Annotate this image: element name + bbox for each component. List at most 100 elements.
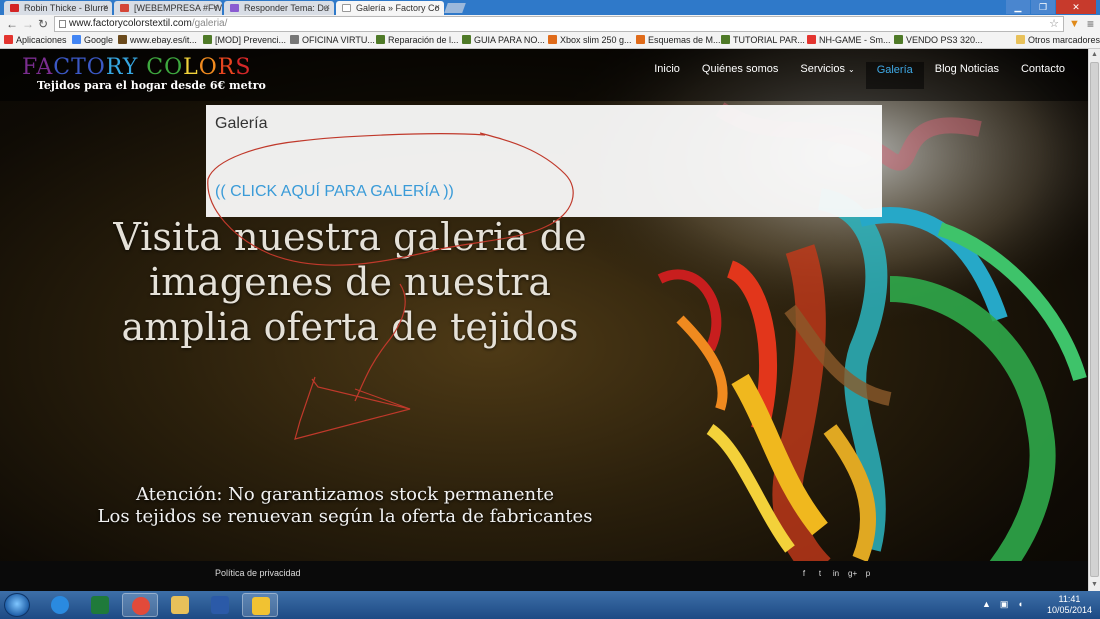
bookmark-item[interactable]: Esquemas de M... xyxy=(636,35,721,45)
forward-icon[interactable]: → xyxy=(22,17,34,31)
bookmark-label: NH-GAME - Sm... xyxy=(819,35,891,45)
tab-gmail[interactable]: [WEBEMPRESA #FW × xyxy=(114,1,222,15)
taskbar: ▲ ▣ ◖ 11:41 10/05/2014 xyxy=(0,591,1100,619)
bookmark-icon xyxy=(118,35,127,44)
bookmark-item[interactable]: [MOD] Prevenci... xyxy=(203,35,286,45)
logo-letter: O xyxy=(86,55,106,80)
maximize-icon[interactable]: ❐ xyxy=(1031,0,1055,14)
menu-item-contacto[interactable]: Contacto xyxy=(1010,62,1076,89)
explorer-taskbar-button[interactable] xyxy=(162,593,198,617)
site-logo[interactable]: FACTORY COLORS xyxy=(22,55,251,80)
tab-close-icon[interactable]: × xyxy=(435,2,440,12)
logo-letter: O xyxy=(164,55,184,80)
page-scrollbar[interactable]: ▲ ▼ xyxy=(1088,49,1100,591)
tray-arrow-icon[interactable]: ▲ xyxy=(982,599,991,610)
system-tray: ▲ ▣ ◖ xyxy=(982,599,1023,610)
bookmark-item[interactable]: Reparación de l... xyxy=(376,35,459,45)
internet-explorer-taskbar-button[interactable] xyxy=(42,593,78,617)
gallery-link[interactable]: (( CLICK AQUÍ PARA GALERÍA )) xyxy=(215,183,454,201)
bookmark-icon xyxy=(203,35,212,44)
bookmark-icon xyxy=(636,35,645,44)
logo-letter: S xyxy=(235,55,252,80)
bookmark-label: Esquemas de M... xyxy=(648,35,721,45)
clock-time: 11:41 xyxy=(1058,594,1081,604)
site-header: FACTORY COLORS Tejidos para el hogar des… xyxy=(0,49,1088,101)
tab-label: [WEBEMPRESA #FW xyxy=(134,3,222,13)
chrome-icon xyxy=(132,597,150,615)
tab-galeria[interactable]: Galería » Factory Co × xyxy=(336,1,444,15)
page-icon xyxy=(342,4,351,12)
menu-item-inicio[interactable]: Inicio xyxy=(643,62,691,89)
website: FACTORY COLORS Tejidos para el hogar des… xyxy=(0,49,1088,591)
logo-letter: C xyxy=(146,55,165,80)
reload-icon[interactable]: ↻ xyxy=(38,17,48,31)
menu-icon[interactable]: ≡ xyxy=(1087,17,1094,31)
address-path: /galeria/ xyxy=(191,18,228,29)
menu-item-label: Servicios xyxy=(800,63,845,75)
google-plus-icon[interactable]: g+ xyxy=(848,569,857,578)
scroll-up-icon[interactable]: ▲ xyxy=(1089,49,1100,61)
tab-close-icon[interactable]: × xyxy=(325,2,330,12)
menu-item-galeria[interactable]: Galería xyxy=(865,62,924,89)
headline: Visita nuestra galeria de imagenes de nu… xyxy=(110,215,590,350)
chevron-down-icon: ⌄ xyxy=(847,65,855,74)
menu-item-quienes-somos[interactable]: Quiénes somos xyxy=(691,62,789,89)
back-icon[interactable]: ← xyxy=(6,17,18,31)
word-icon xyxy=(211,596,229,614)
headline-line: imagenes de nuestra xyxy=(148,260,552,304)
scroll-thumb[interactable] xyxy=(1090,62,1099,577)
word-taskbar-button[interactable] xyxy=(202,593,238,617)
volume-icon[interactable]: ◖ xyxy=(1017,599,1022,610)
clock[interactable]: 11:41 10/05/2014 xyxy=(1047,594,1092,616)
bookmark-item[interactable]: Otros marcadores xyxy=(1016,35,1100,45)
tab-close-icon[interactable]: × xyxy=(103,2,108,12)
menu-item-blog-noticias[interactable]: Blog Noticias xyxy=(924,62,1010,89)
bookmark-label: [MOD] Prevenci... xyxy=(215,35,287,45)
close-window-icon[interactable]: ✕ xyxy=(1056,0,1096,14)
facebook-icon[interactable]: f xyxy=(800,569,808,578)
chrome-taskbar-button[interactable] xyxy=(122,593,158,617)
bookmark-icon xyxy=(807,35,816,44)
bookmark-star-icon[interactable]: ☆ xyxy=(1049,17,1059,31)
extension-icon[interactable]: ▼ xyxy=(1069,17,1080,31)
bookmark-item[interactable]: Google xyxy=(72,35,113,45)
bookmark-item[interactable]: OFICINA VIRTU... xyxy=(290,35,375,45)
twitter-icon[interactable]: t xyxy=(816,569,824,578)
tab-youtube[interactable]: Robin Thicke - Blurre × xyxy=(4,1,112,15)
window-controls: ▁ ❐ ✕ xyxy=(1006,0,1096,14)
bookmark-item[interactable]: Xbox slim 250 g... xyxy=(548,35,632,45)
logo-letter: L xyxy=(183,55,199,80)
bookmark-icon xyxy=(721,35,730,44)
page-icon xyxy=(59,20,66,28)
linkedin-icon[interactable]: in xyxy=(832,569,840,578)
headline-line: amplia oferta de tejidos xyxy=(121,305,579,349)
privacy-link[interactable]: Política de privacidad xyxy=(215,568,301,578)
logo-letter: O xyxy=(198,55,218,80)
logo-letter: T xyxy=(71,55,87,80)
security-taskbar-button[interactable] xyxy=(242,593,278,617)
tab-close-icon[interactable]: × xyxy=(213,2,218,12)
bookmark-item[interactable]: GUIA PARA NO... xyxy=(462,35,545,45)
bookmark-item[interactable]: NH-GAME - Sm... xyxy=(807,35,891,45)
bookmark-item[interactable]: www.ebay.es/it... xyxy=(118,35,197,45)
pinterest-icon[interactable]: p xyxy=(864,569,872,578)
bookmark-icon xyxy=(290,35,299,44)
menu-item-servicios[interactable]: Servicios ⌄ xyxy=(789,62,865,89)
start-button[interactable] xyxy=(4,593,30,617)
tab-forum[interactable]: Responder Tema: Du × xyxy=(224,1,334,15)
excel-taskbar-button[interactable] xyxy=(82,593,118,617)
new-tab-button[interactable] xyxy=(444,3,466,13)
bookmark-item[interactable]: Aplicaciones xyxy=(4,35,67,45)
bookmark-icon xyxy=(376,35,385,44)
address-bar[interactable]: www.factorycolorstextil.com/galeria/ ☆ xyxy=(54,16,1064,32)
security-icon xyxy=(252,597,270,615)
network-icon[interactable]: ▣ xyxy=(1000,599,1009,610)
bookmark-label: Xbox slim 250 g... xyxy=(560,35,632,45)
bookmark-label: VENDO PS3 320... xyxy=(906,35,983,45)
bookmark-item[interactable]: VENDO PS3 320... xyxy=(894,35,983,45)
scroll-down-icon[interactable]: ▼ xyxy=(1089,579,1100,591)
minimize-icon[interactable]: ▁ xyxy=(1006,0,1030,14)
bookmark-icon xyxy=(72,35,81,44)
logo-letter: R xyxy=(105,55,123,80)
bookmark-item[interactable]: TUTORIAL PAR... xyxy=(721,35,805,45)
